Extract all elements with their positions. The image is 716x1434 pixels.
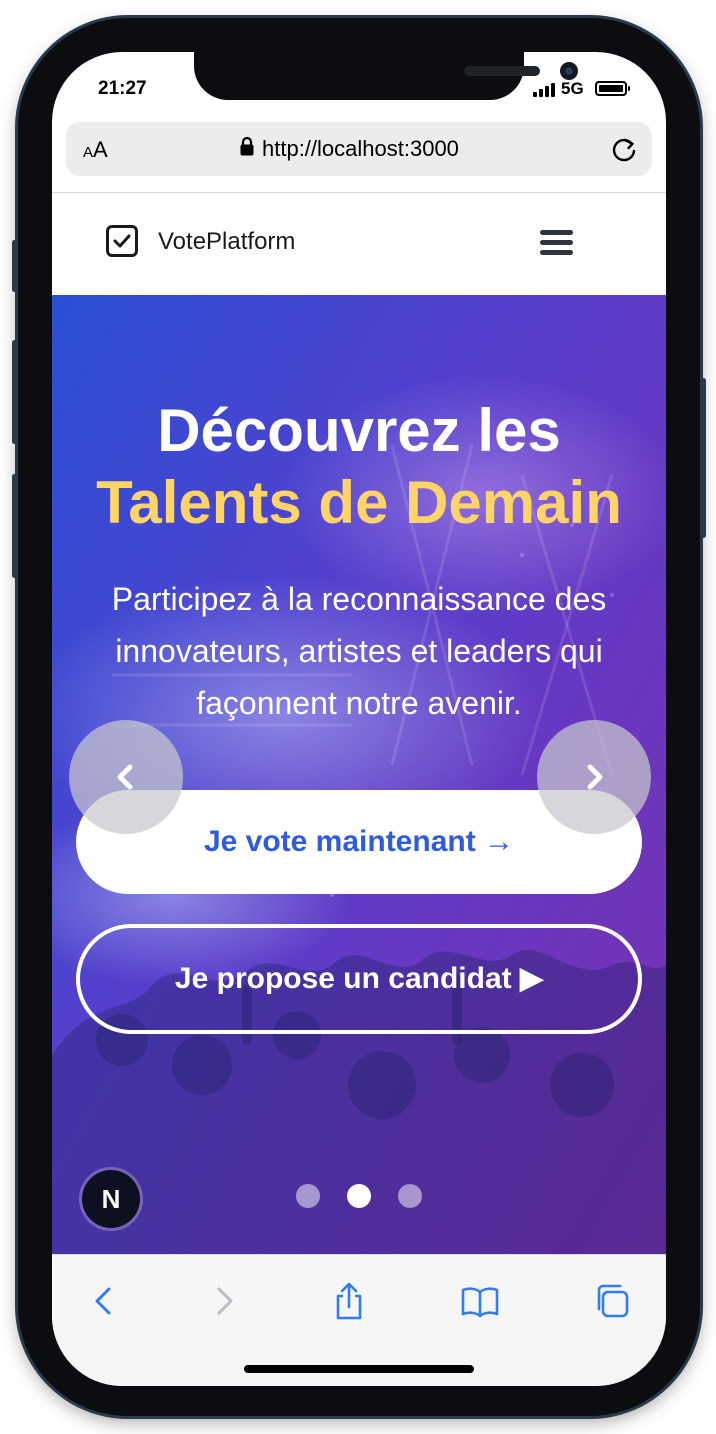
propose-candidate-button[interactable]: Je propose un candidat ▶ — [76, 924, 642, 1034]
carousel-next-button[interactable] — [537, 720, 651, 834]
hero-subtitle: Participez à la reconnaissance des innov… — [111, 581, 607, 721]
battery-icon — [595, 81, 630, 96]
check-square-icon[interactable] — [106, 225, 138, 257]
signal-icon — [533, 81, 555, 97]
notch — [194, 52, 578, 100]
back-chevron-icon[interactable] — [84, 1281, 124, 1321]
volume-down-button — [12, 474, 17, 578]
browser-toolbar — [52, 1254, 666, 1386]
tabs-icon[interactable] — [592, 1281, 632, 1321]
clock: 21:27 — [98, 78, 147, 99]
home-indicator[interactable] — [244, 1365, 474, 1373]
chevron-left-icon — [117, 764, 133, 790]
brand-name[interactable]: VotePlatform — [158, 228, 295, 256]
power-button — [701, 378, 706, 538]
camera-icon — [560, 62, 578, 80]
nextjs-dev-badge[interactable]: N — [82, 1170, 140, 1228]
url-text[interactable]: http://localhost:3000 — [262, 136, 459, 162]
address-bar[interactable]: AA http://localhost:3000 — [66, 122, 652, 176]
hero-title-line1: Découvrez les — [157, 397, 561, 464]
hamburger-menu-icon[interactable] — [540, 230, 573, 256]
volume-up-button — [12, 340, 17, 444]
site-navbar: VotePlatform — [52, 193, 666, 296]
carousel-dot-2-active[interactable] — [347, 1184, 371, 1208]
carousel-prev-button[interactable] — [69, 720, 183, 834]
carousel-dot-1[interactable] — [296, 1184, 320, 1208]
share-icon[interactable] — [329, 1281, 369, 1321]
hero-carousel: Découvrez les Talents de Demain Particip… — [52, 295, 666, 1254]
mute-switch — [12, 240, 17, 292]
phone-screen: 21:27 5G AA http://localhost:3000 VotePl — [52, 52, 666, 1386]
chevron-right-icon — [587, 764, 603, 790]
forward-chevron-icon[interactable] — [204, 1281, 244, 1321]
network-type: 5G — [561, 79, 584, 98]
speaker-grille — [464, 66, 540, 76]
bookmarks-icon[interactable] — [460, 1281, 500, 1321]
reload-icon[interactable] — [610, 134, 640, 164]
carousel-dot-3[interactable] — [398, 1184, 422, 1208]
lock-icon — [240, 136, 254, 156]
text-size-button[interactable]: AA — [83, 137, 108, 163]
hero-title-line2: Talents de Demain — [96, 469, 622, 536]
